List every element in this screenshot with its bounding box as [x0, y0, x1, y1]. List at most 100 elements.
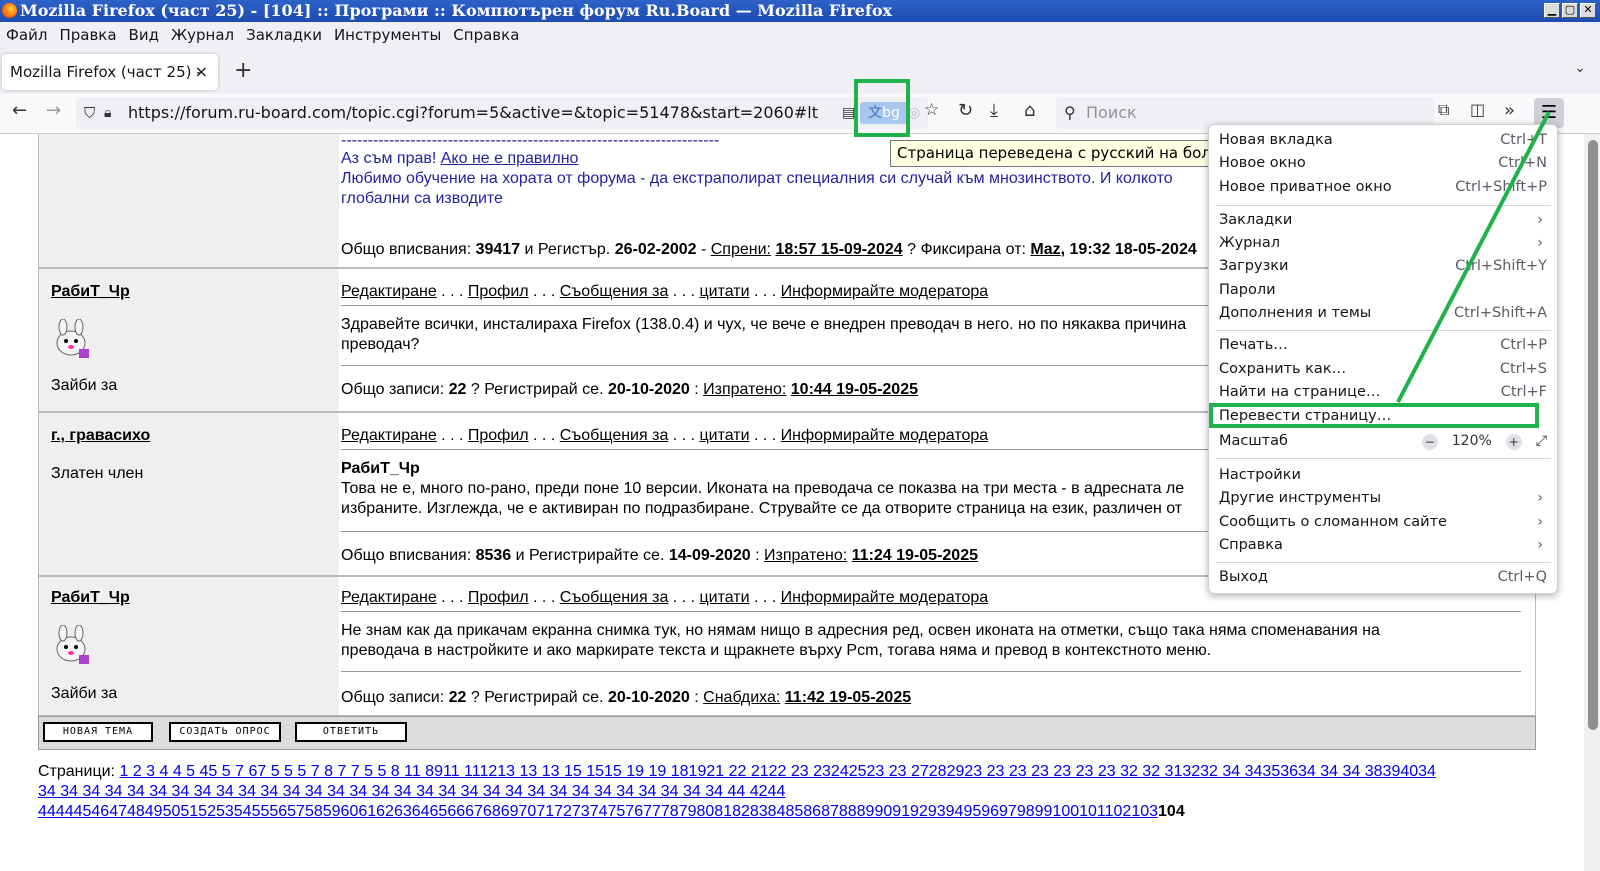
quote-link[interactable]: цитати: [699, 283, 749, 300]
messages-link[interactable]: Съобщения за: [560, 589, 669, 606]
stats-edit-time: , 19:32 18-05-2024: [1060, 241, 1197, 258]
firefox-logo-icon: [2, 3, 17, 18]
menu-new-private-window[interactable]: Новое приватное окно Ctrl+Shift+P: [1209, 176, 1557, 199]
post-author[interactable]: РабиТ_Чр: [51, 589, 130, 607]
post-actions: Редактиране . . . Профил . . . Съобщения…: [341, 427, 988, 445]
edit-link[interactable]: Редактиране: [341, 283, 437, 300]
url-bar[interactable]: ⛉ 🔒︎ https://forum.ru-board.com/topic.cg…: [76, 97, 928, 129]
chevron-right-icon: ›: [1537, 514, 1543, 530]
new-topic-button[interactable]: НОВАЯ ТЕМА: [43, 722, 153, 742]
quote-line3: глобални са изводите: [341, 190, 503, 207]
post-author[interactable]: РабиТ_Чр: [51, 283, 130, 301]
tab-list-chevron-icon[interactable]: ⌄: [1574, 60, 1586, 76]
menu-exit[interactable]: Выход Ctrl+Q: [1209, 566, 1557, 589]
stats-time[interactable]: 10:44 19-05-2025: [791, 381, 918, 398]
menu-bookmarks[interactable]: Закладки ›: [1209, 209, 1557, 232]
link-separator: . . .: [528, 283, 560, 300]
minimize-button[interactable]: ▁: [1544, 3, 1560, 18]
stats-date: 20-10-2020: [607, 689, 690, 706]
profile-link[interactable]: Профил: [468, 589, 529, 606]
menu-downloads[interactable]: Загрузки Ctrl+Shift+Y: [1209, 255, 1557, 278]
menu-new-window[interactable]: Новое окно Ctrl+N: [1209, 152, 1557, 175]
stats-sent-label: Спрени:: [710, 241, 771, 258]
reload-icon[interactable]: ↻: [958, 100, 973, 121]
page-links[interactable]: 1 2 3 4 4 5 45 5 7 67 5 5 5 7 8 7 7 5 5 …: [119, 763, 1435, 780]
bookmark-star-icon[interactable]: ☆: [924, 100, 939, 120]
overflow-icon[interactable]: »: [1504, 100, 1515, 121]
menu-shortcut: Ctrl+P: [1500, 337, 1547, 353]
menu-item-label: Новое окно: [1219, 155, 1306, 171]
back-icon[interactable]: ←: [12, 100, 27, 121]
url-text[interactable]: https://forum.ru-board.com/topic.cgi?for…: [128, 103, 818, 122]
profile-link[interactable]: Профил: [468, 283, 529, 300]
home-icon[interactable]: ⌂: [1024, 100, 1035, 121]
fullscreen-icon[interactable]: ⤢: [1536, 430, 1547, 453]
annotation-box-translate-icon: [854, 79, 910, 137]
link-separator: . . .: [668, 589, 700, 606]
zoom-in-button[interactable]: +: [1505, 433, 1522, 450]
downloads-icon[interactable]: ⤓: [990, 100, 998, 121]
tab-close-icon[interactable]: ×: [195, 54, 208, 90]
quote-link[interactable]: цитати: [699, 589, 749, 606]
divider: [341, 671, 1521, 672]
messages-link[interactable]: Съобщения за: [560, 283, 669, 300]
menu-settings[interactable]: Настройки: [1209, 464, 1557, 487]
menu-shortcut: Ctrl+N: [1498, 155, 1547, 171]
quote-link[interactable]: Ако не е правилно: [441, 150, 579, 167]
menu-divider: [1215, 562, 1551, 563]
create-poll-button[interactable]: СОЗДАТЬ ОПРОС: [169, 722, 281, 742]
forward-icon[interactable]: →: [46, 100, 61, 121]
menu-help[interactable]: Справка ›: [1209, 534, 1557, 557]
stats-label: Общо вписвания:: [341, 547, 476, 564]
page-scrollbar[interactable]: [1584, 134, 1600, 871]
close-window-button[interactable]: ✕: [1580, 3, 1596, 18]
tab-active[interactable]: Mozilla Firefox (част 25) - ×: [2, 54, 218, 90]
stats-label: Общо записи:: [341, 381, 449, 398]
lock-icon[interactable]: 🔒︎: [104, 97, 111, 129]
stats-label: Общо записи:: [341, 689, 449, 706]
menubar: Файл Правка Вид Журнал Закладки Инструме…: [0, 22, 1600, 48]
app-menu-panel: Новая вкладка Ctrl+T Новое окно Ctrl+N Нов…: [1208, 124, 1558, 594]
menu-find[interactable]: Найти на странице… Ctrl+F: [1209, 381, 1557, 404]
reply-button[interactable]: ОТВЕТИТЬ: [295, 722, 407, 742]
menu-file[interactable]: Файл: [6, 22, 47, 48]
menu-view[interactable]: Вид: [129, 22, 159, 48]
report-link[interactable]: Информирайте модератора: [781, 589, 989, 606]
menu-new-tab[interactable]: Новая вкладка Ctrl+T: [1209, 129, 1557, 152]
extensions-icon[interactable]: ⧉: [1438, 100, 1449, 120]
menu-history[interactable]: Журнал ›: [1209, 232, 1557, 255]
menu-more-tools[interactable]: Другие инструменты ›: [1209, 487, 1557, 510]
shield-icon[interactable]: ⛉: [84, 97, 95, 129]
menu-report-broken-site[interactable]: Сообщить о сломанном сайте ›: [1209, 511, 1557, 534]
menu-help[interactable]: Справка: [453, 22, 519, 48]
menu-save-as[interactable]: Сохранить как… Ctrl+S: [1209, 358, 1557, 381]
menu-edit[interactable]: Правка: [59, 22, 116, 48]
sidebar-icon[interactable]: ◫: [1470, 100, 1485, 119]
page-links[interactable]: 34 34 34 34 34 34 34 34 34 34 34 34 34 3…: [38, 783, 785, 800]
new-tab-icon[interactable]: +: [234, 58, 252, 83]
post-author[interactable]: г., гравасихо: [51, 427, 150, 445]
quote-link[interactable]: цитати: [699, 427, 749, 444]
edit-link[interactable]: Редактиране: [341, 427, 437, 444]
menu-bookmarks[interactable]: Закладки: [246, 22, 322, 48]
profile-link[interactable]: Профил: [468, 427, 529, 444]
edit-link[interactable]: Редактиране: [341, 589, 437, 606]
stats-time[interactable]: 18:57 15-09-2024: [775, 241, 902, 258]
scrollbar-thumb[interactable]: [1588, 140, 1598, 730]
menu-addons[interactable]: Дополнения и темы Ctrl+Shift+A: [1209, 302, 1557, 325]
stats-time[interactable]: 11:42 19-05-2025: [785, 689, 911, 706]
zoom-out-button[interactable]: −: [1421, 433, 1438, 450]
zoom-level[interactable]: 120%: [1452, 430, 1492, 453]
stats-time[interactable]: 11:24 19-05-2025: [852, 547, 978, 564]
menu-passwords[interactable]: Пароли: [1209, 279, 1557, 302]
menu-print[interactable]: Печать… Ctrl+P: [1209, 334, 1557, 357]
maximize-button[interactable]: ▢: [1562, 3, 1578, 18]
report-link[interactable]: Информирайте модератора: [781, 283, 989, 300]
messages-link[interactable]: Съобщения за: [560, 427, 669, 444]
page-links[interactable]: 4444454647484950515253545556575859606162…: [38, 803, 1158, 820]
quote-line2: Любимо обучение на хората от форума - да…: [341, 170, 1173, 187]
menu-tools[interactable]: Инструменты: [334, 22, 441, 48]
report-link[interactable]: Информирайте модератора: [781, 427, 989, 444]
menu-history[interactable]: Журнал: [171, 22, 234, 48]
stats-editor[interactable]: Maz: [1030, 241, 1060, 258]
